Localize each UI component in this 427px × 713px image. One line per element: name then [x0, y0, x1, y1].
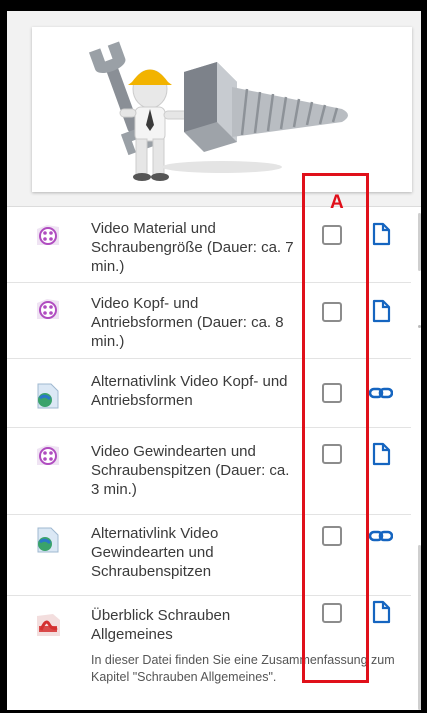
frame-left: [0, 0, 7, 713]
list-item[interactable]: Alternativlink Video Gewindearten und Sc…: [7, 515, 411, 596]
completion-checkbox[interactable]: [322, 603, 342, 623]
scrollbar[interactable]: [418, 545, 421, 710]
file-icon[interactable]: [369, 600, 393, 624]
item-title[interactable]: Alternativlink Video Kopf- und Antriebsf…: [91, 372, 296, 410]
file-icon[interactable]: [369, 222, 393, 246]
item-title[interactable]: Video Kopf- und Antriebsformen (Dauer: c…: [91, 294, 296, 351]
scroll-indicator: [418, 325, 421, 328]
list-item[interactable]: Überblick Schrauben Allgemeines In diese…: [7, 596, 411, 710]
list-item[interactable]: Video Material und Schraubengröße (Dauer…: [7, 207, 411, 283]
completion-checkbox[interactable]: [322, 444, 342, 464]
file-icon[interactable]: [369, 299, 393, 323]
completion-checkbox[interactable]: [322, 225, 342, 245]
video-file-icon: [33, 295, 63, 325]
file-icon[interactable]: [369, 442, 393, 466]
pdf-file-icon: [33, 610, 63, 640]
frame-top: [0, 0, 427, 11]
course-banner-image: [32, 27, 412, 192]
worker-with-wrench-and-screw-illustration: [88, 41, 348, 181]
video-file-icon: [33, 441, 63, 471]
item-title[interactable]: Video Material und Schraubengröße (Dauer…: [91, 219, 296, 276]
list-item[interactable]: Video Gewindearten und Schraubenspitzen …: [7, 428, 411, 515]
scrollbar[interactable]: [418, 213, 421, 271]
course-header: [7, 11, 421, 206]
completion-checkbox[interactable]: [322, 383, 342, 403]
frame-right: [421, 0, 427, 713]
link-icon[interactable]: [368, 381, 394, 405]
completion-checkbox[interactable]: [322, 302, 342, 322]
item-title[interactable]: Video Gewindearten und Schraubenspitzen …: [91, 442, 296, 499]
list-item[interactable]: Alternativlink Video Kopf- und Antriebsf…: [7, 359, 411, 428]
list-item[interactable]: Video Kopf- und Antriebsformen (Dauer: c…: [7, 283, 411, 359]
item-description: In dieser Datei finden Sie eine Zusammen…: [91, 653, 395, 684]
annotation-label: A: [330, 192, 344, 213]
link-icon[interactable]: [368, 524, 394, 548]
video-file-icon: [33, 221, 63, 251]
item-title[interactable]: Alternativlink Video Gewindearten und Sc…: [91, 524, 296, 581]
item-title[interactable]: Überblick Schrauben Allgemeines: [91, 606, 296, 644]
completion-checkbox[interactable]: [322, 526, 342, 546]
url-page-icon: [33, 381, 63, 411]
url-page-icon: [33, 525, 63, 555]
